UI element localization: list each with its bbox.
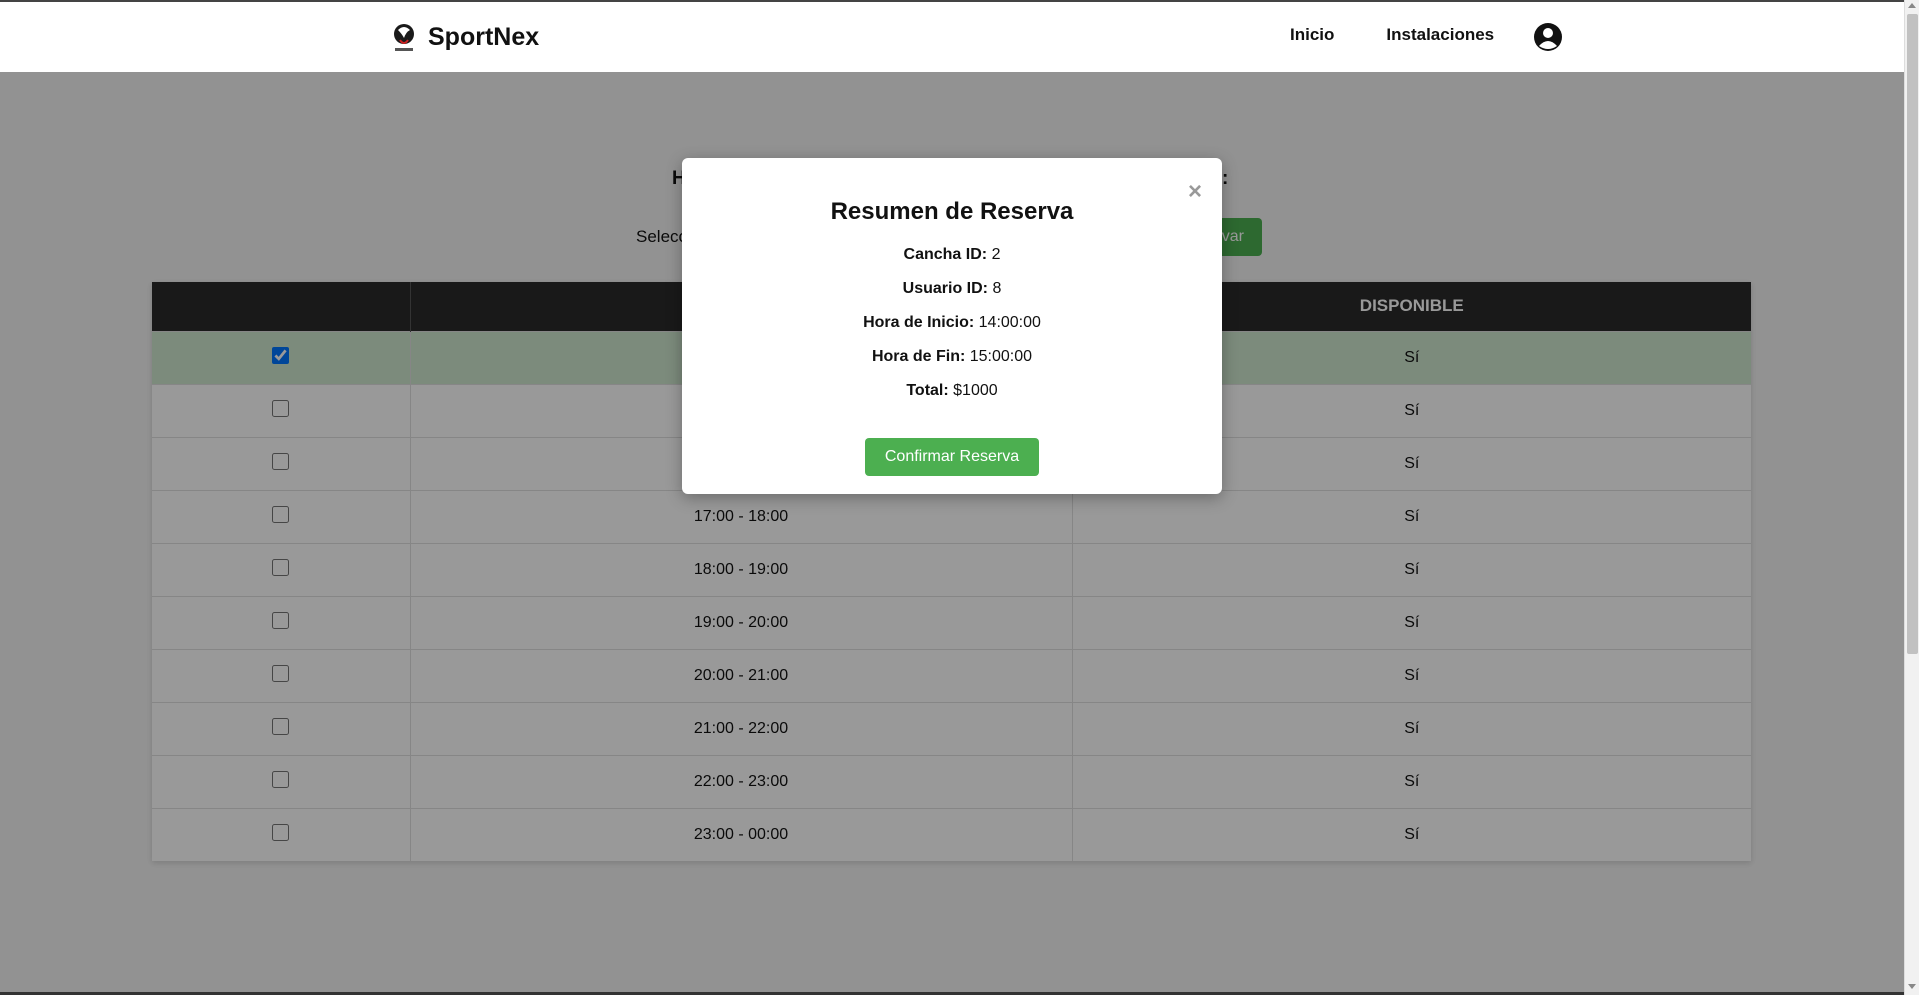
modal-title: Resumen de Reserva (830, 198, 1074, 225)
scroll-down-arrow-icon[interactable] (1908, 984, 1916, 989)
brand[interactable]: SportNex (390, 20, 539, 54)
scroll-up-arrow-icon[interactable] (1908, 3, 1916, 8)
detail-label: Cancha ID: (903, 246, 988, 263)
nav-link-instalaciones[interactable]: Instalaciones (1386, 25, 1494, 45)
detail-hora-fin: Hora de Fin: 15:00:00 (682, 340, 1222, 374)
detail-label: Usuario ID: (902, 280, 988, 297)
detail-label: Hora de Fin: (871, 348, 966, 365)
navbar: SportNex Inicio Instalaciones (0, 0, 1904, 72)
modal-details: Cancha ID: 2 Usuario ID: 8 Hora de Inici… (682, 238, 1222, 408)
detail-value: 14:00:00 (978, 314, 1041, 331)
brand-name: SportNex (428, 22, 540, 51)
detail-label: Total: (906, 382, 949, 399)
detail-total: Total: $1000 (682, 374, 1222, 408)
confirm-reservation-button[interactable]: Confirmar Reserva (864, 438, 1040, 476)
nav-link-inicio[interactable]: Inicio (1290, 25, 1334, 45)
detail-hora-inicio: Hora de Inicio: 14:00:00 (682, 306, 1222, 340)
scroll-thumb[interactable] (1907, 14, 1918, 654)
detail-label: Hora de Inicio: (863, 314, 975, 331)
user-account-icon[interactable] (1533, 22, 1563, 52)
reservation-summary-modal: × Resumen de Reserva Cancha ID: 2 Usuari… (682, 158, 1222, 494)
detail-value: 2 (991, 246, 1001, 263)
detail-value: 8 (992, 280, 1002, 297)
detail-usuario-id: Usuario ID: 8 (682, 272, 1222, 306)
detail-cancha-id: Cancha ID: 2 (682, 238, 1222, 272)
page-scrollbar[interactable] (1904, 0, 1919, 995)
detail-value: 15:00:00 (969, 348, 1033, 365)
detail-value: $1000 (953, 382, 998, 399)
nav-links: Inicio Instalaciones (1290, 25, 1494, 45)
sportnex-logo-icon (394, 24, 414, 51)
close-icon[interactable]: × (1188, 180, 1202, 204)
